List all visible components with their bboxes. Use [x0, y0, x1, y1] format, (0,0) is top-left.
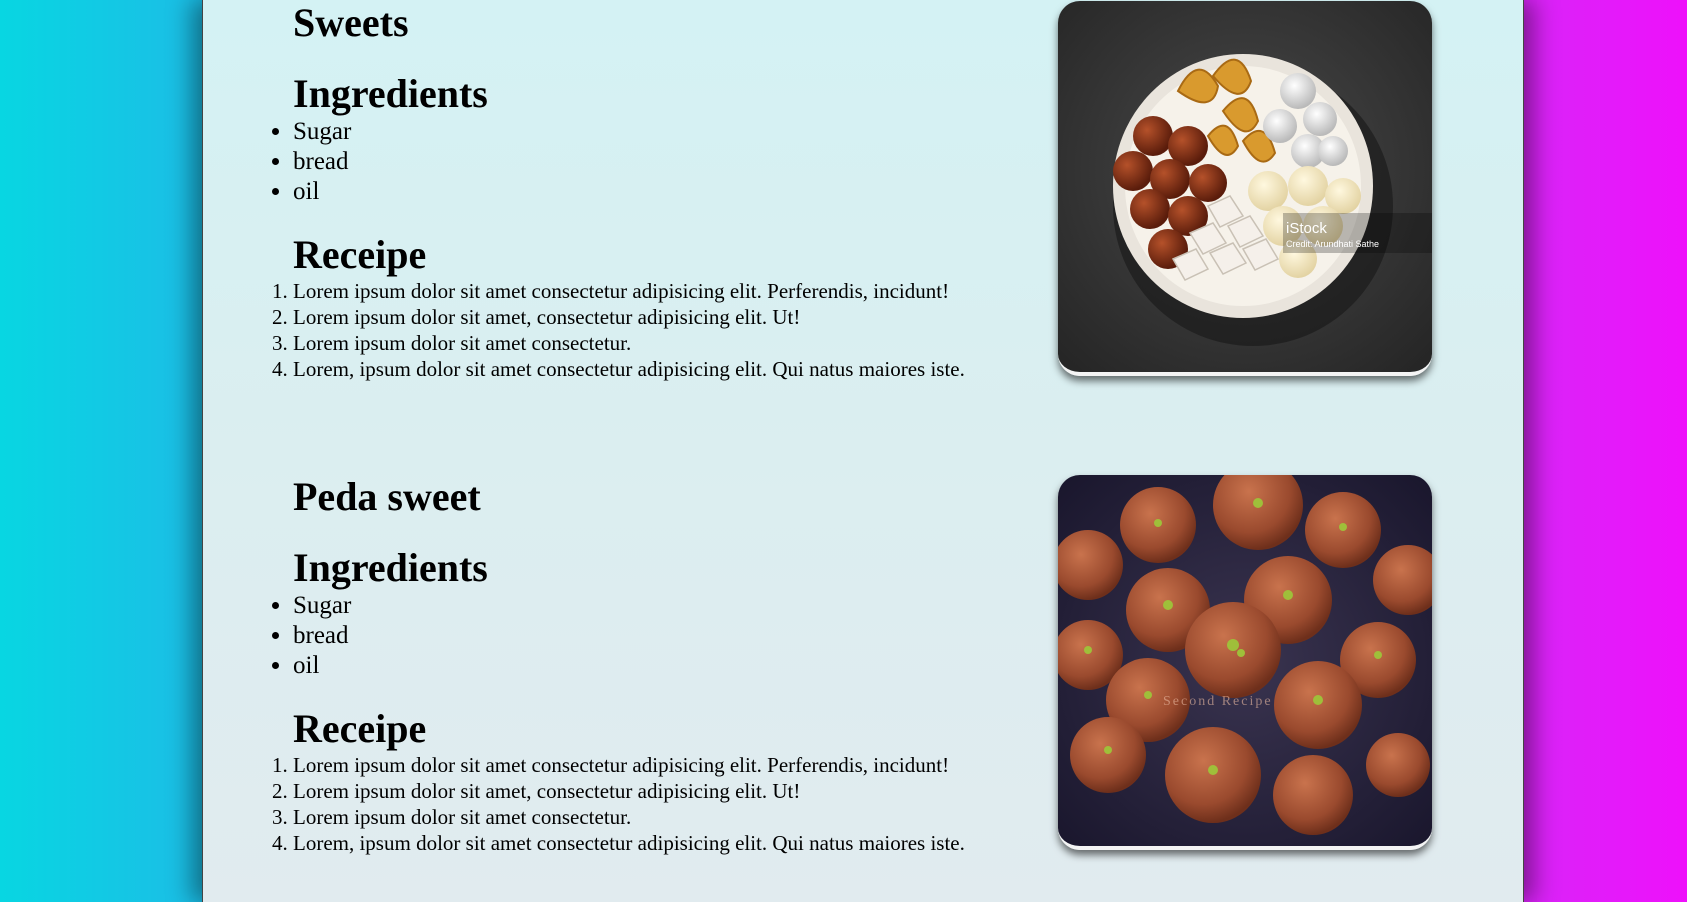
- ingredient-item: bread: [293, 621, 351, 651]
- recipe-heading: Receipe: [293, 232, 427, 277]
- image-watermark: iStock: [1286, 220, 1327, 237]
- ingredient-item: Sugar: [293, 117, 351, 147]
- recipe-heading: Receipe: [293, 706, 427, 751]
- ingredients-list: Sugar bread oil: [293, 117, 351, 207]
- step-item: Lorem, ipsum dolor sit amet consectetur …: [293, 830, 965, 856]
- step-item: Lorem ipsum dolor sit amet consectetur.: [293, 330, 965, 356]
- sweets-plate-image: iStock Credit: Arundhati Sathe: [1058, 1, 1432, 376]
- page-container: Sweets Ingredients Sugar bread oil Recei…: [202, 0, 1524, 902]
- image-credit: Credit: Arundhati Sathe: [1286, 239, 1379, 249]
- step-item: Lorem ipsum dolor sit amet consectetur a…: [293, 278, 965, 304]
- ingredients-heading: Ingredients: [293, 545, 488, 590]
- recipe-card-peda: Peda sweet Ingredients Sugar bread oil R…: [203, 474, 1523, 874]
- steps-list: Lorem ipsum dolor sit amet consectetur a…: [293, 752, 965, 856]
- steps-list: Lorem ipsum dolor sit amet consectetur a…: [293, 278, 965, 382]
- step-item: Lorem ipsum dolor sit amet, consectetur …: [293, 304, 965, 330]
- step-item: Lorem ipsum dolor sit amet, consectetur …: [293, 778, 965, 804]
- recipe-title: Sweets: [293, 0, 409, 45]
- step-item: Lorem ipsum dolor sit amet consectetur a…: [293, 752, 965, 778]
- ingredients-list: Sugar bread oil: [293, 591, 351, 681]
- recipe-card-sweets: Sweets Ingredients Sugar bread oil Recei…: [203, 0, 1523, 400]
- ingredients-heading: Ingredients: [293, 71, 488, 116]
- ingredient-item: oil: [293, 651, 351, 681]
- ingredient-item: Sugar: [293, 591, 351, 621]
- ingredient-item: oil: [293, 177, 351, 207]
- peda-sweets-image: Second Recipe: [1058, 475, 1432, 850]
- ingredient-item: bread: [293, 147, 351, 177]
- image-watermark: Second Recipe: [1163, 694, 1273, 709]
- step-item: Lorem, ipsum dolor sit amet consectetur …: [293, 356, 965, 382]
- recipe-title: Peda sweet: [293, 474, 481, 519]
- step-item: Lorem ipsum dolor sit amet consectetur.: [293, 804, 965, 830]
